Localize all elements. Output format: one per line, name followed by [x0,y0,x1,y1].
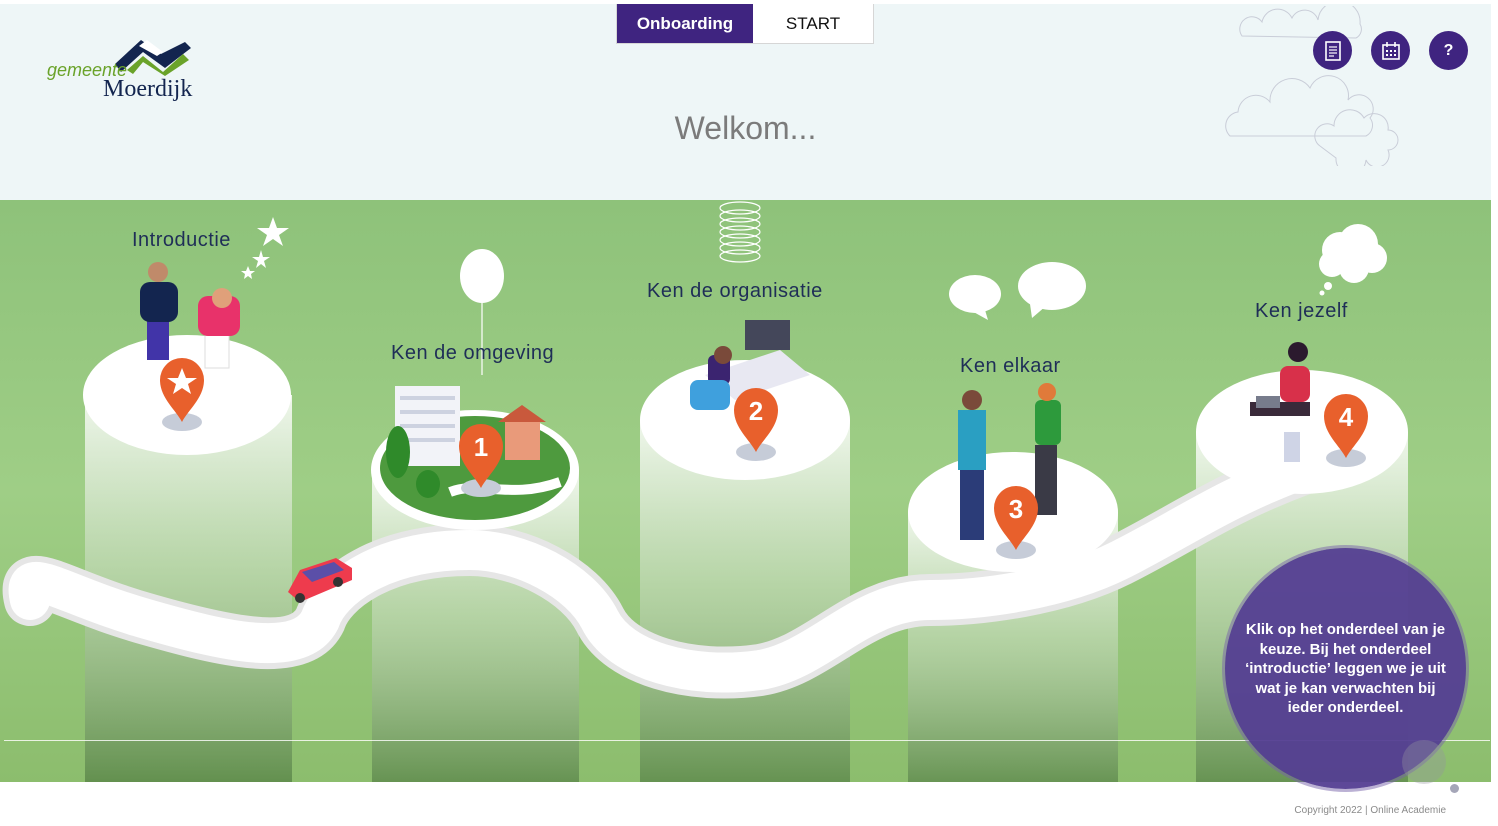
marker-3: 3 [994,486,1038,559]
info-bubble-dot [1450,784,1459,793]
gemeente-moerdijk-logo[interactable]: gemeente Moerdijk [45,34,205,109]
label-ken-jezelf[interactable]: Ken jezelf [1255,300,1348,323]
marker-2: 2 [734,388,778,461]
top-tabs: Onboarding START [616,4,874,44]
marker-1: 1 [459,424,503,497]
info-text: Klik op het onderdeel van je keuze. Bij … [1245,621,1446,716]
label-introductie[interactable]: Introductie [132,229,231,252]
calendar-icon [1381,41,1400,60]
thought-cloud-icon [1319,224,1387,296]
marker-introductie [160,358,204,431]
tab-onboarding[interactable]: Onboarding [617,4,753,43]
spring-icon [719,201,761,263]
book-button[interactable] [1313,31,1352,70]
label-ken-de-omgeving[interactable]: Ken de omgeving [391,342,554,365]
clouds-decoration [1225,6,1399,166]
svg-text:4: 4 [1339,402,1354,432]
logo-text-moerdijk: Moerdijk [103,76,193,102]
stars-icon [241,217,289,279]
info-bubble-tail [1402,740,1446,784]
label-ken-de-organisatie[interactable]: Ken de organisatie [647,280,823,303]
speech-bubbles-icon [949,262,1086,320]
marker-4: 4 [1324,394,1368,467]
svg-text:3: 3 [1009,494,1023,524]
svg-text:2: 2 [749,396,763,426]
copyright-text: Copyright 2022 | Online Academie [1294,805,1446,816]
calendar-button[interactable] [1371,31,1410,70]
help-icon: ? [1443,41,1454,59]
help-button[interactable]: ? [1429,31,1468,70]
label-ken-elkaar[interactable]: Ken elkaar [960,355,1061,378]
tab-start[interactable]: START [753,4,873,43]
svg-text:1: 1 [474,432,488,462]
book-icon [1324,40,1341,61]
